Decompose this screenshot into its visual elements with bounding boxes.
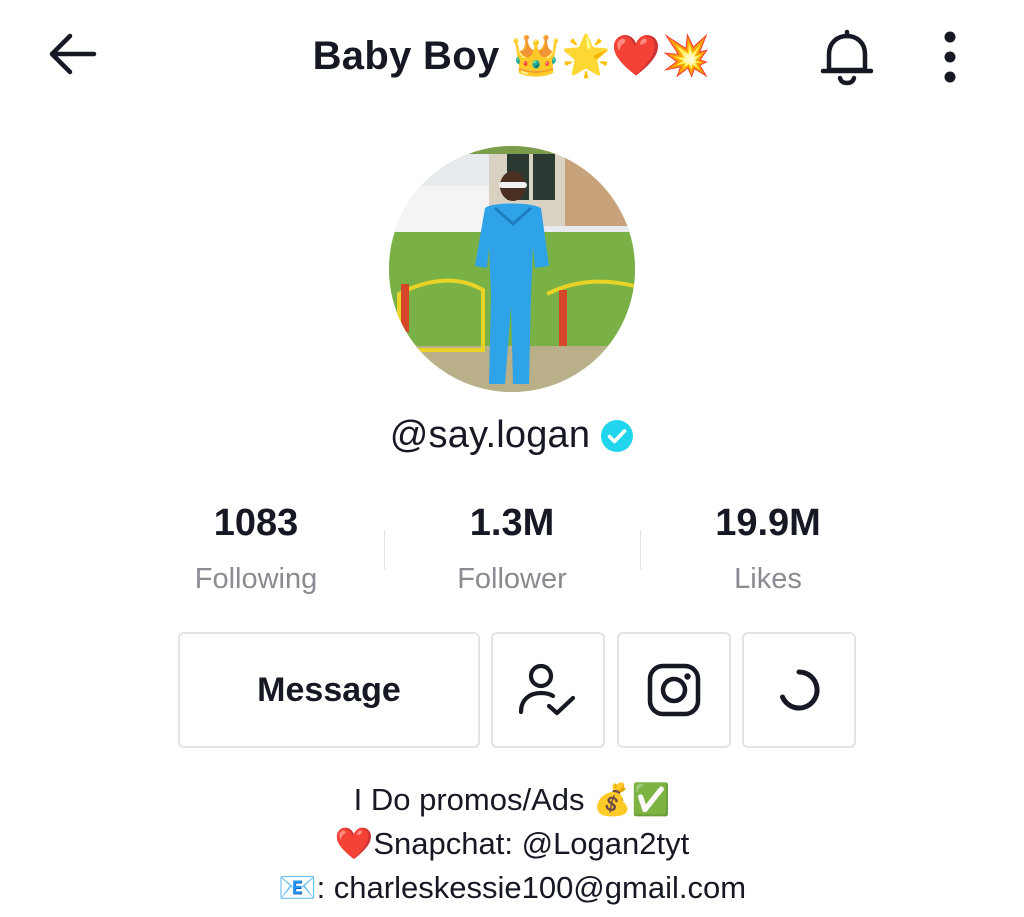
stat-value: 1083 (213, 502, 299, 544)
money-check-emoji: 💰✅ (593, 782, 671, 818)
loading-spinner-icon (780, 669, 820, 711)
stat-label: Likes (734, 563, 802, 595)
notifications-button[interactable] (812, 22, 882, 92)
email-emoji: 📧 (277, 870, 317, 906)
profile-photo (389, 146, 635, 392)
title-emojis: 👑🌟❤️💥 (510, 33, 712, 79)
bio-line: I Do promos/Ads 💰✅ (0, 778, 1024, 822)
stat-divider (640, 530, 641, 570)
stats-row: 1083 Following 1.3M Follower 19.9M Likes (128, 498, 896, 608)
profile-screen: Baby Boy 👑🌟❤️💥 @say.logan 1083 Following… (0, 0, 1024, 917)
avatar[interactable] (389, 146, 635, 392)
bio: I Do promos/Ads 💰✅ ❤️Snapchat: @Logan2ty… (0, 778, 1024, 910)
stat-likes[interactable]: 19.9M Likes (640, 498, 896, 604)
more-options-button[interactable] (922, 22, 978, 92)
email-address[interactable]: : charleskessie100@gmail.com (317, 870, 746, 905)
bio-line: 📧: charleskessie100@gmail.com (0, 866, 1024, 910)
heart-emoji: ❤️ (334, 826, 374, 862)
following-check-icon (518, 663, 576, 716)
stat-label: Following (194, 563, 318, 595)
username: @say.logan (389, 414, 591, 456)
bell-icon (820, 29, 874, 86)
profile-name: Baby Boy (312, 34, 500, 78)
bio-line: ❤️Snapchat: @Logan2tyt (0, 822, 1024, 866)
stat-divider (384, 530, 385, 570)
instagram-icon (647, 663, 701, 717)
more-vertical-icon (944, 31, 956, 83)
stat-followers[interactable]: 1.3M Follower (384, 498, 640, 604)
snapchat-handle[interactable]: Snapchat: @Logan2tyt (373, 826, 689, 861)
following-button[interactable] (491, 632, 605, 748)
stat-label: Follower (457, 563, 567, 595)
stat-following[interactable]: 1083 Following (128, 498, 384, 604)
stat-value: 1.3M (469, 502, 555, 544)
bio-text: I Do promos/Ads (353, 782, 594, 817)
stat-value: 19.9M (715, 502, 821, 544)
more-actions-button[interactable] (742, 632, 856, 748)
username-row: @say.logan (0, 414, 1024, 457)
verified-badge-icon (601, 419, 634, 452)
message-button[interactable]: Message (178, 632, 480, 748)
instagram-button[interactable] (617, 632, 731, 748)
